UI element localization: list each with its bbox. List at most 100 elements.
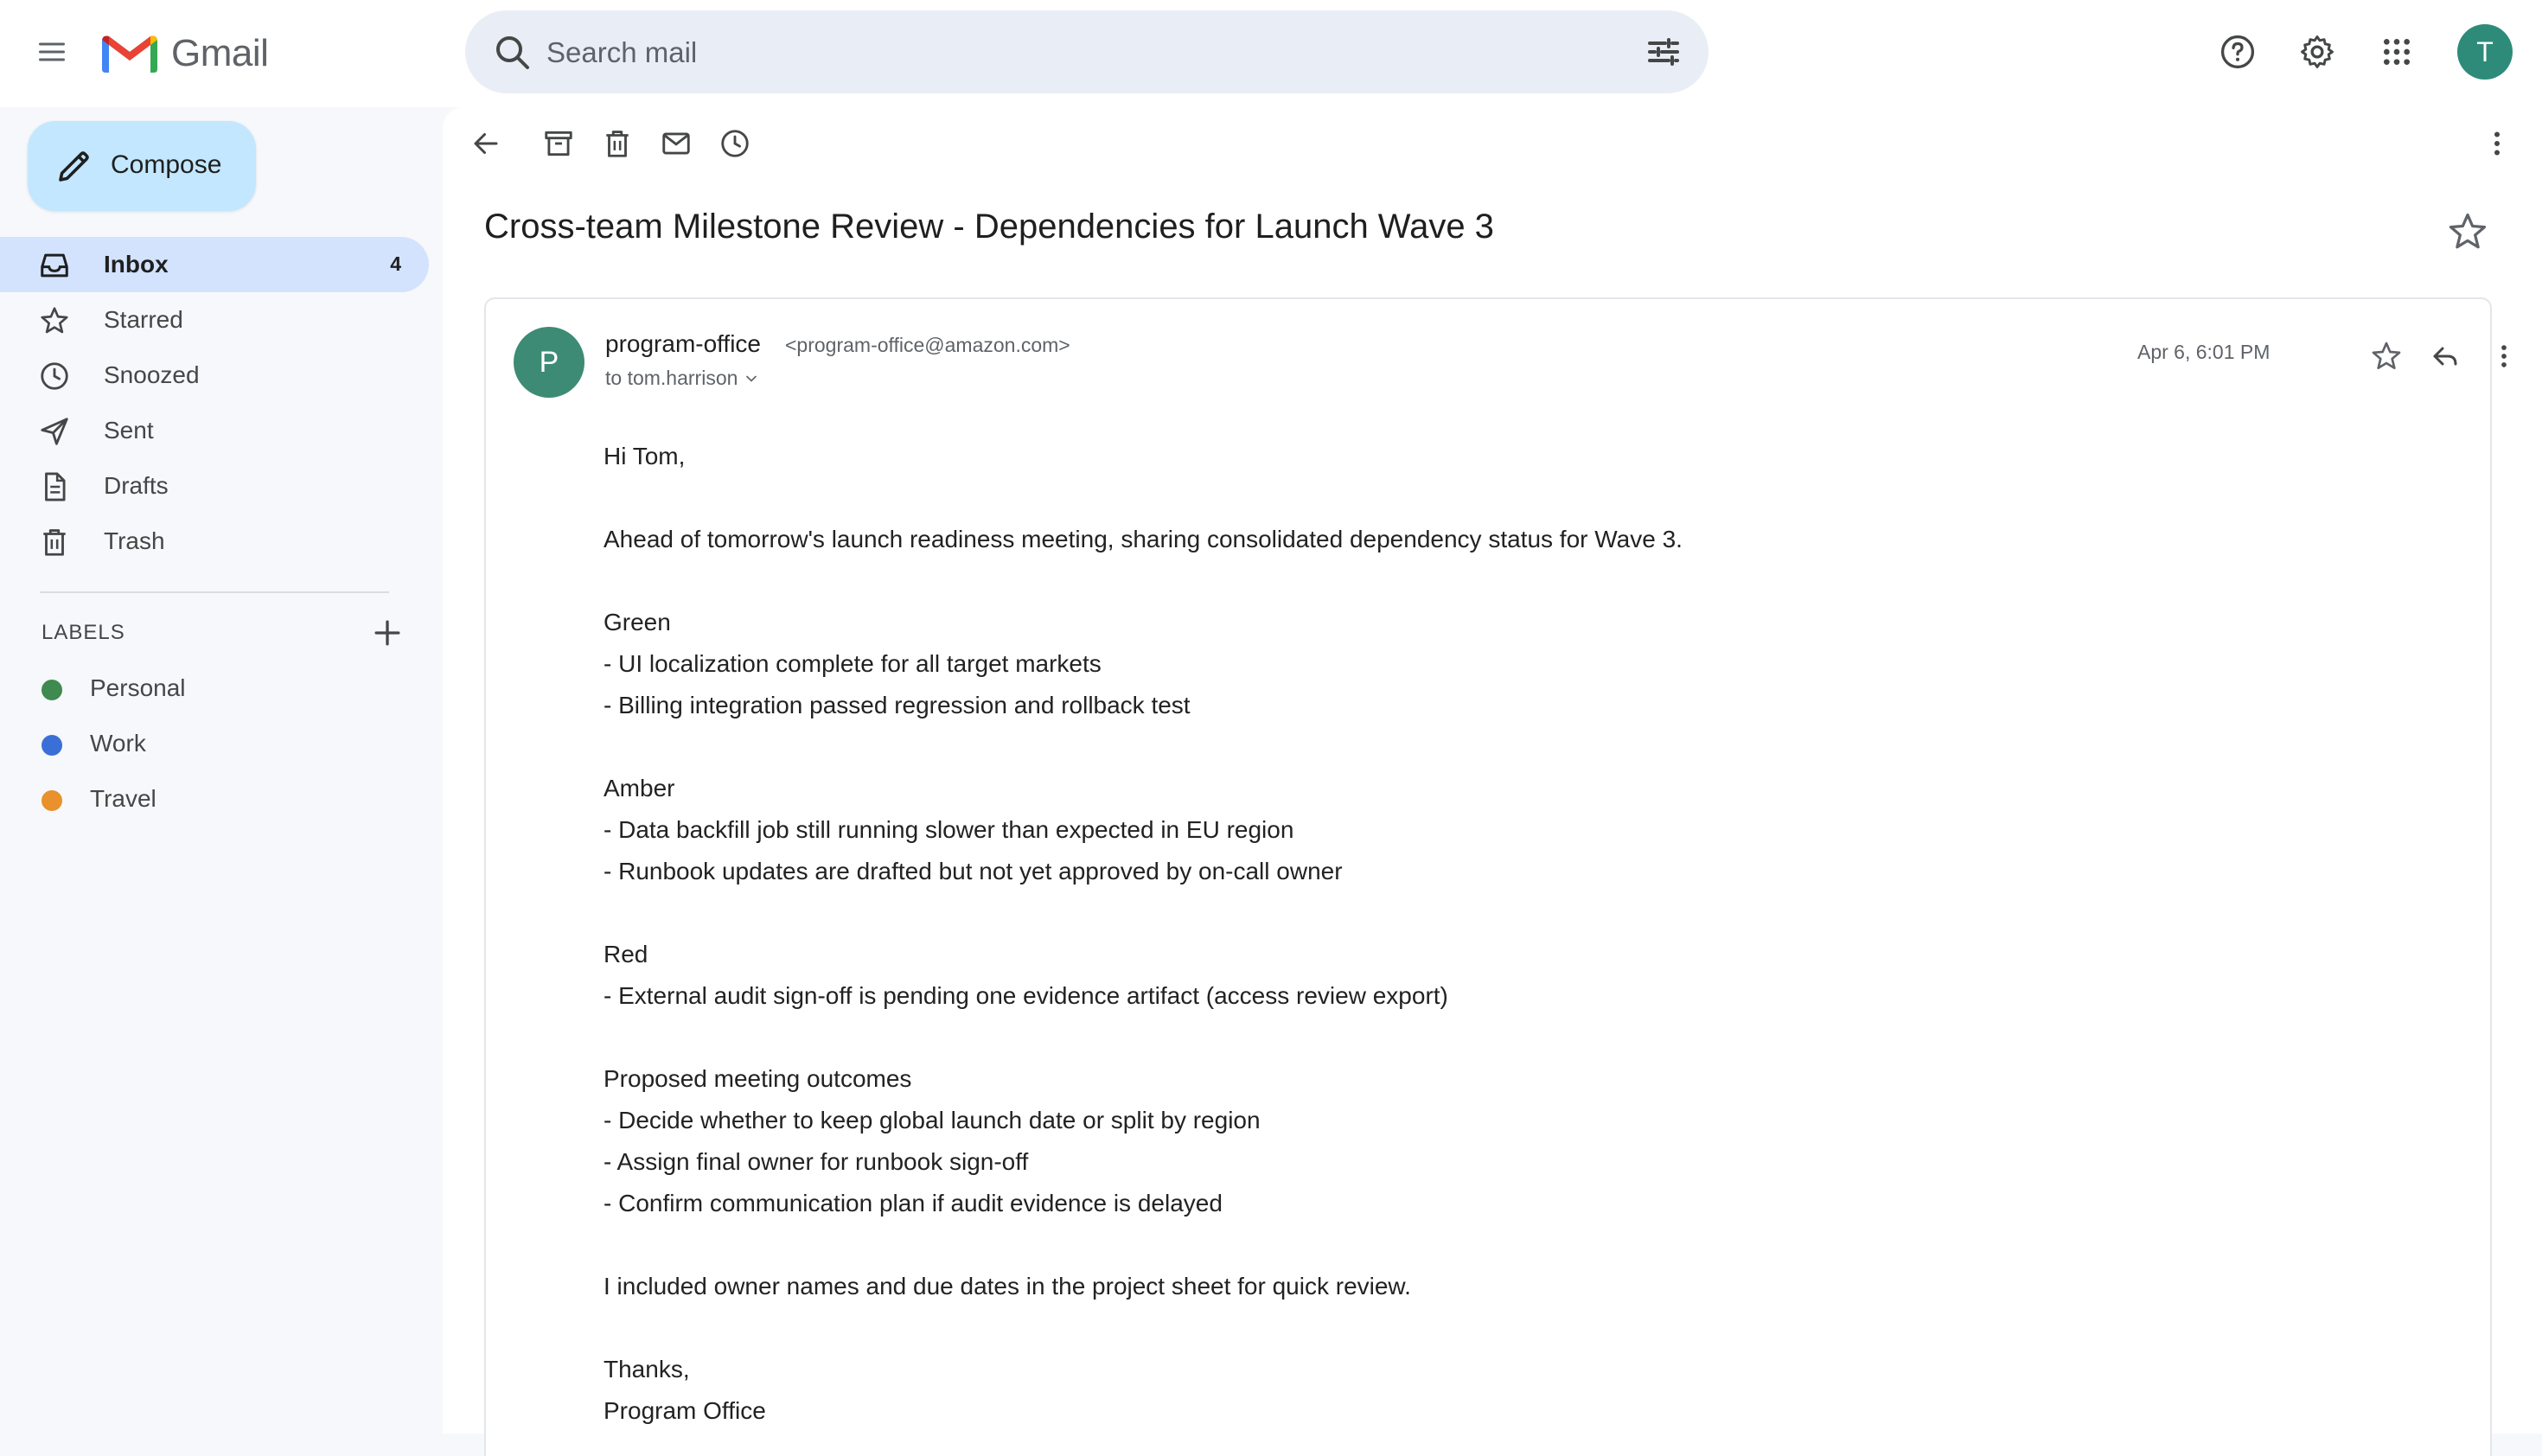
sender-name[interactable]: program-office — [605, 330, 761, 358]
archive-button[interactable] — [538, 123, 579, 164]
body-line: Thanks, — [604, 1356, 690, 1383]
email-body: Hi Tom, Ahead of tomorrow's launch readin… — [604, 436, 1683, 1432]
email-date: Apr 6, 6:01 PM — [2137, 341, 2271, 363]
label-color-dot — [42, 790, 62, 811]
search-input[interactable]: Search mail — [546, 36, 697, 69]
label-name: Personal — [90, 674, 186, 701]
gmail-logo[interactable]: Gmail — [100, 26, 269, 81]
add-label-icon[interactable] — [368, 614, 406, 652]
sidebar-item-label: Snoozed — [104, 361, 200, 388]
compose-label: Compose — [111, 150, 222, 179]
sidebar-item-trash[interactable]: Trash — [0, 514, 429, 569]
settings-button[interactable] — [2291, 26, 2343, 78]
draft-icon — [45, 472, 66, 501]
mark-unread-button[interactable] — [655, 123, 697, 164]
account-avatar[interactable]: T — [2457, 24, 2513, 80]
clock-icon — [41, 362, 68, 390]
body-line: Program Office — [604, 1397, 766, 1424]
sidebar-item-drafts[interactable]: Drafts — [0, 458, 429, 514]
sidebar-item-label: Sent — [104, 417, 154, 444]
trash-icon — [43, 529, 66, 556]
sidebar-divider — [40, 591, 389, 593]
search-bar[interactable]: Search mail — [465, 10, 1709, 93]
message-more-button[interactable] — [2485, 337, 2523, 375]
star-message-button[interactable] — [2367, 337, 2405, 375]
help-icon — [2220, 35, 2255, 69]
body-line: - Data backfill job still running slower… — [604, 816, 1294, 843]
sidebar-item-label: Drafts — [104, 472, 169, 499]
more-vert-icon — [2494, 131, 2500, 156]
reply-icon — [2433, 347, 2457, 366]
body-line: - Assign final owner for runbook sign-of… — [604, 1148, 1029, 1175]
back-arrow-icon — [474, 133, 498, 154]
sidebar-item-label: Trash — [104, 527, 165, 554]
label-color-dot — [42, 680, 62, 700]
body-line: Ahead of tomorrow's launch readiness mee… — [604, 526, 1683, 552]
body-line: - Billing integration passed regression … — [604, 692, 1191, 718]
sidebar-item-sent[interactable]: Sent — [0, 403, 429, 458]
sidebar-item-label: Inbox — [104, 251, 169, 278]
gmail-m-icon — [102, 35, 157, 73]
label-name: Travel — [90, 785, 156, 812]
body-line: I included owner names and due dates in … — [604, 1273, 1411, 1300]
body-line: Proposed meeting outcomes — [604, 1065, 912, 1092]
body-line: - Runbook updates are drafted but not ye… — [604, 858, 1343, 884]
sender-email: <program-office@amazon.com> — [785, 334, 1070, 356]
label-item-travel[interactable]: Travel — [0, 771, 429, 823]
chevron-down-icon[interactable] — [743, 370, 760, 387]
email-subject: Cross-team Milestone Review - Dependenci… — [484, 208, 1494, 246]
label-name: Work — [90, 730, 146, 757]
body-line: - Decide whether to keep global launch d… — [604, 1107, 1261, 1134]
more-options-button[interactable] — [2476, 123, 2518, 164]
snooze-button[interactable] — [714, 123, 756, 164]
body-line: Red — [604, 941, 648, 967]
app-name: Gmail — [171, 32, 269, 74]
sidebar-item-inbox[interactable]: Inbox 4 — [0, 237, 429, 292]
delete-button[interactable] — [597, 123, 638, 164]
email-message-card: P program-office <program-office@amazon.… — [484, 297, 2507, 1456]
mark-unread-icon — [662, 132, 690, 155]
search-options-icon[interactable] — [1643, 31, 1684, 73]
support-button[interactable] — [2212, 26, 2264, 78]
body-line: - External audit sign-off is pending one… — [604, 982, 1448, 1009]
label-item-personal[interactable]: Personal — [0, 661, 429, 712]
inbox-icon — [41, 253, 68, 278]
sender-avatar[interactable]: P — [514, 327, 584, 398]
label-item-work[interactable]: Work — [0, 716, 429, 768]
reply-button[interactable] — [2426, 337, 2464, 375]
recipient-details[interactable]: to tom.harrison — [605, 367, 760, 390]
google-apps-button[interactable] — [2371, 26, 2423, 78]
back-button[interactable] — [465, 123, 507, 164]
delete-icon — [606, 131, 629, 157]
archive-icon — [545, 131, 572, 156]
body-line: Amber — [604, 775, 675, 801]
more-vert-icon — [2501, 345, 2507, 367]
star-thread-icon[interactable] — [2445, 209, 2490, 254]
body-line: Hi Tom, — [604, 443, 686, 469]
apps-icon — [2384, 39, 2410, 65]
unread-count-badge: 4 — [390, 252, 401, 275]
snooze-icon — [721, 130, 749, 157]
message-view: Cross-team Milestone Review - Dependenci… — [443, 107, 2542, 1456]
sidebar-item-starred[interactable]: Starred — [0, 292, 429, 348]
main-menu-button[interactable] — [26, 26, 78, 78]
search-icon[interactable] — [491, 31, 533, 73]
sidebar-item-snoozed[interactable]: Snoozed — [0, 348, 429, 403]
body-line: - Confirm communication plan if audit ev… — [604, 1190, 1223, 1217]
hamburger-menu-icon — [39, 42, 65, 61]
settings-icon — [2301, 35, 2334, 68]
label-color-dot — [42, 735, 62, 756]
body-line: Green — [604, 609, 671, 635]
labels-heading: LABELS — [42, 621, 125, 644]
pencil-icon — [59, 151, 89, 182]
recipient-line: to tom.harrison — [605, 367, 738, 389]
sidebar: Compose Inbox 4 Starred Snoozed Sent Dra… — [0, 107, 443, 1434]
compose-button[interactable]: Compose — [28, 121, 256, 211]
body-line: - UI localization complete for all targe… — [604, 650, 1102, 677]
